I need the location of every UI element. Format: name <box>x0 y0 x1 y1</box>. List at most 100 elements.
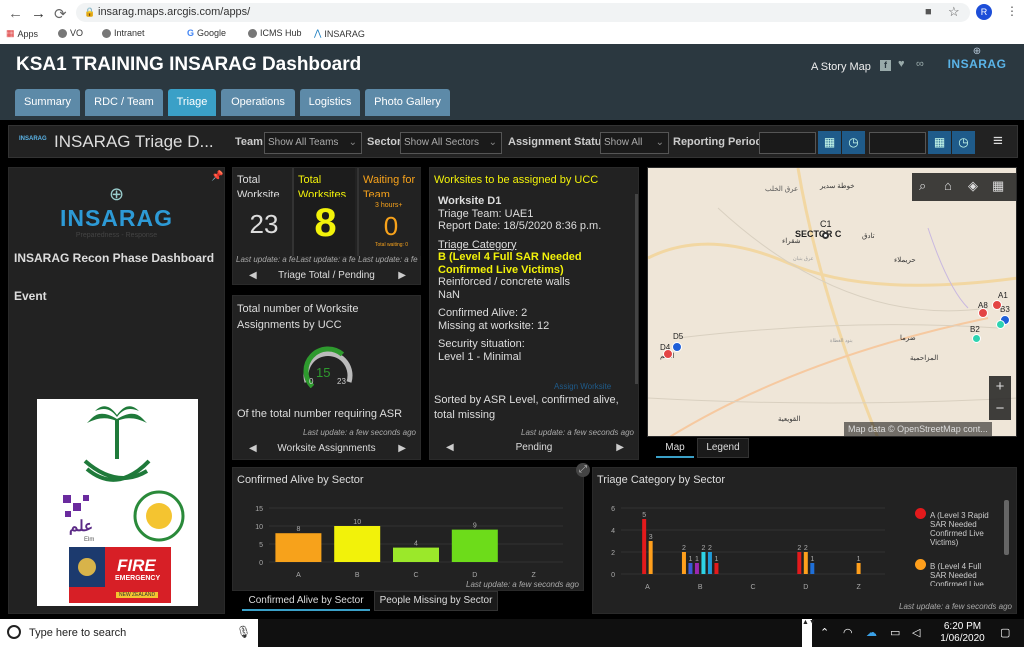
map-marker-c1[interactable] <box>822 232 829 239</box>
legend-item-b[interactable]: B (Level 4 Full SAR Needed Confirmed Liv… <box>911 551 991 586</box>
tab-map[interactable]: Map <box>656 438 694 458</box>
address-bar[interactable]: 🔒 insarag.maps.arcgis.com/apps/ <box>76 3 970 22</box>
battery-icon[interactable]: ▭ <box>890 626 900 639</box>
search-icon[interactable]: ⌕ <box>919 178 926 194</box>
tick-label: B <box>698 584 703 591</box>
bar[interactable] <box>451 529 498 562</box>
link-icon[interactable]: ∞ <box>916 58 924 70</box>
google-icon: G <box>187 28 195 38</box>
zoom-out-button[interactable]: − <box>989 398 1011 420</box>
scroll-arrows[interactable]: ▲▼ <box>802 619 816 647</box>
legend-scrollbar[interactable] <box>1004 500 1009 555</box>
legend-item-a[interactable]: A (Level 3 Rapid SAR Needed Confirmed Li… <box>911 506 991 551</box>
bar[interactable] <box>688 563 693 574</box>
onedrive-icon[interactable]: ☁ <box>866 626 877 639</box>
reload-icon[interactable]: ⟳ <box>54 5 67 23</box>
notification-icon[interactable]: ▢ <box>1000 626 1010 639</box>
calendar-icon[interactable]: ▦ <box>818 131 841 154</box>
tab-photo-gallery[interactable]: Photo Gallery <box>365 89 450 116</box>
icms-icon <box>248 28 257 38</box>
back-icon[interactable]: ← <box>8 5 23 22</box>
bar[interactable] <box>642 519 647 574</box>
wifi-icon[interactable]: ◠ <box>843 626 853 639</box>
period-start-input[interactable] <box>759 132 816 154</box>
bookmark-icms-hub[interactable]: ICMS Hub <box>248 28 302 38</box>
pin-icon[interactable]: 📌 <box>211 171 223 182</box>
bar[interactable] <box>803 552 808 574</box>
chevron-up-icon[interactable]: ⌃ <box>820 626 829 639</box>
tab-summary[interactable]: Summary <box>15 89 80 116</box>
expand-icon[interactable]: ⤢ <box>576 463 590 477</box>
map-marker-b2[interactable] <box>972 334 981 343</box>
tick-label: 4 <box>611 528 615 535</box>
bar[interactable] <box>714 563 719 574</box>
assign-worksite-link[interactable]: Assign Worksite <box>554 382 611 391</box>
map-marker-teal[interactable] <box>996 320 1005 329</box>
chevron-right-icon[interactable]: ▶ <box>398 439 406 459</box>
scrollbar[interactable] <box>635 194 638 384</box>
bar[interactable] <box>701 552 706 574</box>
worksite-details[interactable]: Worksite D1 Triage Team: UAE1 Report Dat… <box>438 195 628 363</box>
tab-triage[interactable]: Triage <box>168 89 216 116</box>
bar[interactable] <box>648 541 653 574</box>
taskbar-search-box[interactable]: Type here to search 🎙 <box>0 619 258 647</box>
speaker-icon[interactable]: ◁ <box>912 626 920 639</box>
tab-confirmed-alive[interactable]: Confirmed Alive by Sector <box>242 591 370 611</box>
camera-icon[interactable]: ■ <box>925 6 932 18</box>
taskbar-clock[interactable]: 6:20 PM 1/06/2020 <box>940 621 985 645</box>
assignment-status-select[interactable]: Show All ⌄ <box>600 132 669 154</box>
forward-icon[interactable]: → <box>31 5 46 22</box>
tab-people-missing[interactable]: People Missing by Sector <box>374 591 498 611</box>
tick-label: 0 <box>259 560 263 567</box>
chevron-right-icon[interactable]: ▶ <box>398 266 406 286</box>
story-map-link[interactable]: A Story Map <box>811 61 871 73</box>
star-icon[interactable]: ☆ <box>948 4 960 20</box>
chevron-left-icon[interactable]: ◀ <box>249 266 257 286</box>
facebook-icon[interactable]: f <box>880 60 891 71</box>
tab-legend[interactable]: Legend <box>697 438 749 458</box>
zoom-in-button[interactable]: + <box>989 376 1011 398</box>
bar[interactable] <box>797 552 802 574</box>
bookmark-google[interactable]: G Google <box>187 28 226 38</box>
tab-rdc-team[interactable]: RDC / Team <box>85 89 163 116</box>
data-label: 3 <box>649 534 653 541</box>
period-end-input[interactable] <box>869 132 926 154</box>
hamburger-menu-icon[interactable]: ≡ <box>993 131 1003 151</box>
clock-icon[interactable]: ◷ <box>952 131 975 154</box>
twitter-icon[interactable]: ♥ <box>898 58 905 70</box>
map-marker-a1[interactable] <box>992 300 1002 310</box>
bar[interactable] <box>856 563 861 574</box>
tab-operations[interactable]: Operations <box>221 89 295 116</box>
clock-icon[interactable]: ◷ <box>842 131 865 154</box>
bar[interactable] <box>694 563 699 574</box>
chevron-left-icon[interactable]: ◀ <box>446 438 454 458</box>
bar[interactable] <box>393 547 439 562</box>
team-select[interactable]: Show All Teams ⌄ <box>264 132 362 154</box>
map-view[interactable]: ⌕ ⌂ ◈ ▦ خوطة سدير عرق الخلب C1 SECTOR C … <box>647 167 1017 437</box>
menu-icon[interactable]: ⋮ <box>1006 4 1018 18</box>
bookmark-vo[interactable]: VO <box>58 28 83 38</box>
map-toolbar: ⌕ ⌂ ◈ ▦ <box>912 173 1016 201</box>
bookmark-apps[interactable]: ▦ Apps <box>6 28 38 39</box>
chevron-left-icon[interactable]: ◀ <box>249 439 257 459</box>
fire-logo-sub: EMERGENCY <box>115 575 161 582</box>
map-marker-d5[interactable] <box>672 342 682 352</box>
bar[interactable] <box>707 552 712 574</box>
basemap-gallery-icon[interactable]: ▦ <box>992 178 1004 194</box>
calendar-icon[interactable]: ▦ <box>928 131 951 154</box>
bar[interactable] <box>810 563 815 574</box>
home-icon[interactable]: ⌂ <box>944 178 952 193</box>
data-label: 2 <box>701 545 705 552</box>
bar[interactable] <box>681 552 686 574</box>
chevron-right-icon[interactable]: ▶ <box>616 438 624 458</box>
bar[interactable] <box>275 533 322 562</box>
map-marker-d4[interactable] <box>663 349 673 359</box>
map-marker-a8[interactable] <box>978 308 988 318</box>
bar[interactable] <box>334 526 381 562</box>
sector-select[interactable]: Show All Sectors ⌄ <box>400 132 502 154</box>
bookmark-insarag[interactable]: ⋀ INSARAG <box>314 28 365 39</box>
bookmark-intranet[interactable]: Intranet <box>102 28 145 38</box>
tab-logistics[interactable]: Logistics <box>300 89 360 116</box>
profile-avatar[interactable]: R <box>976 4 992 20</box>
layers-icon[interactable]: ◈ <box>968 178 978 194</box>
